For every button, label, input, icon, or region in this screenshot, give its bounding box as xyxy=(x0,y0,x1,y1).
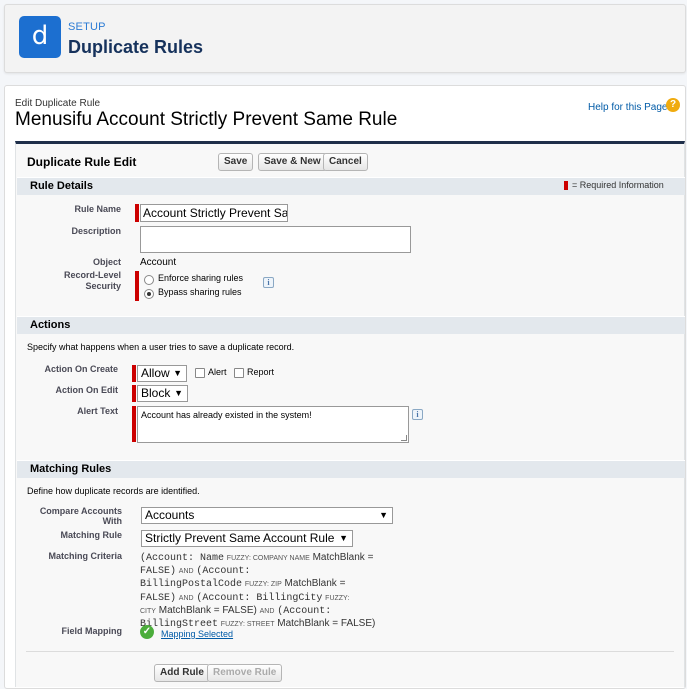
security-info-icon[interactable]: i xyxy=(263,277,274,288)
matching-rule-select[interactable]: Strictly Prevent Same Account Rule ▼ xyxy=(141,530,353,547)
on-edit-required-bar xyxy=(132,385,136,402)
enforce-sharing-label: Enforce sharing rules xyxy=(158,273,244,283)
alert-text-value: Account has already existed in the syste… xyxy=(141,410,312,420)
add-rule-button[interactable]: Add Rule xyxy=(154,664,210,682)
page-title: Duplicate Rules xyxy=(68,37,204,57)
page-header: d SETUP Duplicate Rules xyxy=(4,4,686,73)
rule-details-section-header: Rule Details = Required Information xyxy=(17,177,685,195)
actions-section-header: Actions xyxy=(17,316,685,334)
action-on-edit-value: Block xyxy=(141,386,171,400)
compare-with-value: Accounts xyxy=(145,508,195,522)
matching-criteria-text: (Account: Name FUZZY: COMPANY NAME Match… xyxy=(140,552,376,631)
object-value: Account xyxy=(140,257,177,268)
alert-text-label: Alert Text xyxy=(77,406,118,416)
actions-description: Specify what happens when a user tries t… xyxy=(27,342,295,352)
rule-name-input[interactable]: Account Strictly Prevent Sa xyxy=(140,204,288,222)
chevron-down-icon: ▼ xyxy=(174,388,183,398)
action-on-create-value: Allow xyxy=(141,366,170,380)
setup-breadcrumb[interactable]: SETUP xyxy=(68,21,106,33)
edit-label: Edit Duplicate Rule xyxy=(15,98,101,109)
actions-title: Actions xyxy=(30,319,71,331)
checkmark-icon: ✓ xyxy=(140,625,154,639)
save-and-new-button[interactable]: Save & New xyxy=(258,153,327,171)
bypass-sharing-label: Bypass sharing rules xyxy=(158,287,242,297)
action-on-edit-select[interactable]: Block ▼ xyxy=(137,385,188,402)
alert-text-info-icon[interactable]: i xyxy=(412,409,423,420)
report-checkbox[interactable] xyxy=(234,368,244,378)
required-indicator-icon xyxy=(564,181,568,190)
duplicate-rules-app-icon: d xyxy=(19,16,61,58)
save-button[interactable]: Save xyxy=(218,153,254,171)
on-create-required-bar xyxy=(132,365,136,382)
cancel-button[interactable]: Cancel xyxy=(323,153,368,171)
block-title: Duplicate Rule Edit xyxy=(27,155,137,169)
compare-with-select[interactable]: Accounts ▼ xyxy=(141,507,393,524)
compare-accounts-with-label: Compare Accounts With xyxy=(39,506,122,526)
alert-text-required-bar xyxy=(132,406,136,442)
alert-checkbox-label: Alert xyxy=(208,367,227,377)
main-panel: Edit Duplicate Rule Menusifu Account Str… xyxy=(4,85,686,689)
chevron-down-icon: ▼ xyxy=(379,510,388,520)
chevron-down-icon: ▼ xyxy=(339,533,348,543)
action-on-edit-label: Action On Edit xyxy=(55,385,119,395)
security-required-bar xyxy=(135,271,139,301)
remove-rule-button[interactable]: Remove Rule xyxy=(207,664,283,682)
chevron-down-icon: ▼ xyxy=(173,368,182,378)
object-label: Object xyxy=(92,257,121,267)
action-on-create-label: Action On Create xyxy=(44,364,118,374)
field-mapping-label: Field Mapping xyxy=(61,626,123,636)
rule-name-label: Rule Name xyxy=(74,204,121,214)
matching-rule-value: Strictly Prevent Same Account Rule xyxy=(145,531,335,545)
matching-rule-label: Matching Rule xyxy=(60,530,122,540)
rule-details-title: Rule Details xyxy=(30,180,93,192)
matching-rules-title: Matching Rules xyxy=(30,463,112,475)
description-label: Description xyxy=(71,226,121,236)
matching-rules-description: Define how duplicate records are identif… xyxy=(27,486,200,496)
alert-checkbox[interactable] xyxy=(195,368,205,378)
matching-rules-section-header: Matching Rules xyxy=(17,460,685,478)
mapping-selected-link[interactable]: Mapping Selected xyxy=(161,629,233,639)
description-textarea[interactable] xyxy=(140,226,411,253)
duplicate-rule-edit-block: Duplicate Rule Edit Save Save & New Canc… xyxy=(15,141,685,687)
rule-title: Menusifu Account Strictly Prevent Same R… xyxy=(15,109,398,130)
enforce-sharing-radio[interactable] xyxy=(144,275,154,285)
help-icon[interactable]: ? xyxy=(666,98,680,112)
matching-criteria-label: Matching Criteria xyxy=(48,551,122,561)
required-legend: = Required Information xyxy=(572,180,664,190)
rule-name-required-bar xyxy=(135,204,139,222)
report-checkbox-label: Report xyxy=(247,367,275,377)
bypass-sharing-radio[interactable] xyxy=(144,289,154,299)
resize-handle[interactable] xyxy=(401,435,407,441)
alert-text-textarea[interactable]: Account has already existed in the syste… xyxy=(137,406,409,443)
record-level-security-label: Record-Level Security xyxy=(63,270,121,291)
divider xyxy=(26,651,674,652)
action-on-create-select[interactable]: Allow ▼ xyxy=(137,365,187,382)
help-link[interactable]: Help for this Page xyxy=(588,102,668,113)
